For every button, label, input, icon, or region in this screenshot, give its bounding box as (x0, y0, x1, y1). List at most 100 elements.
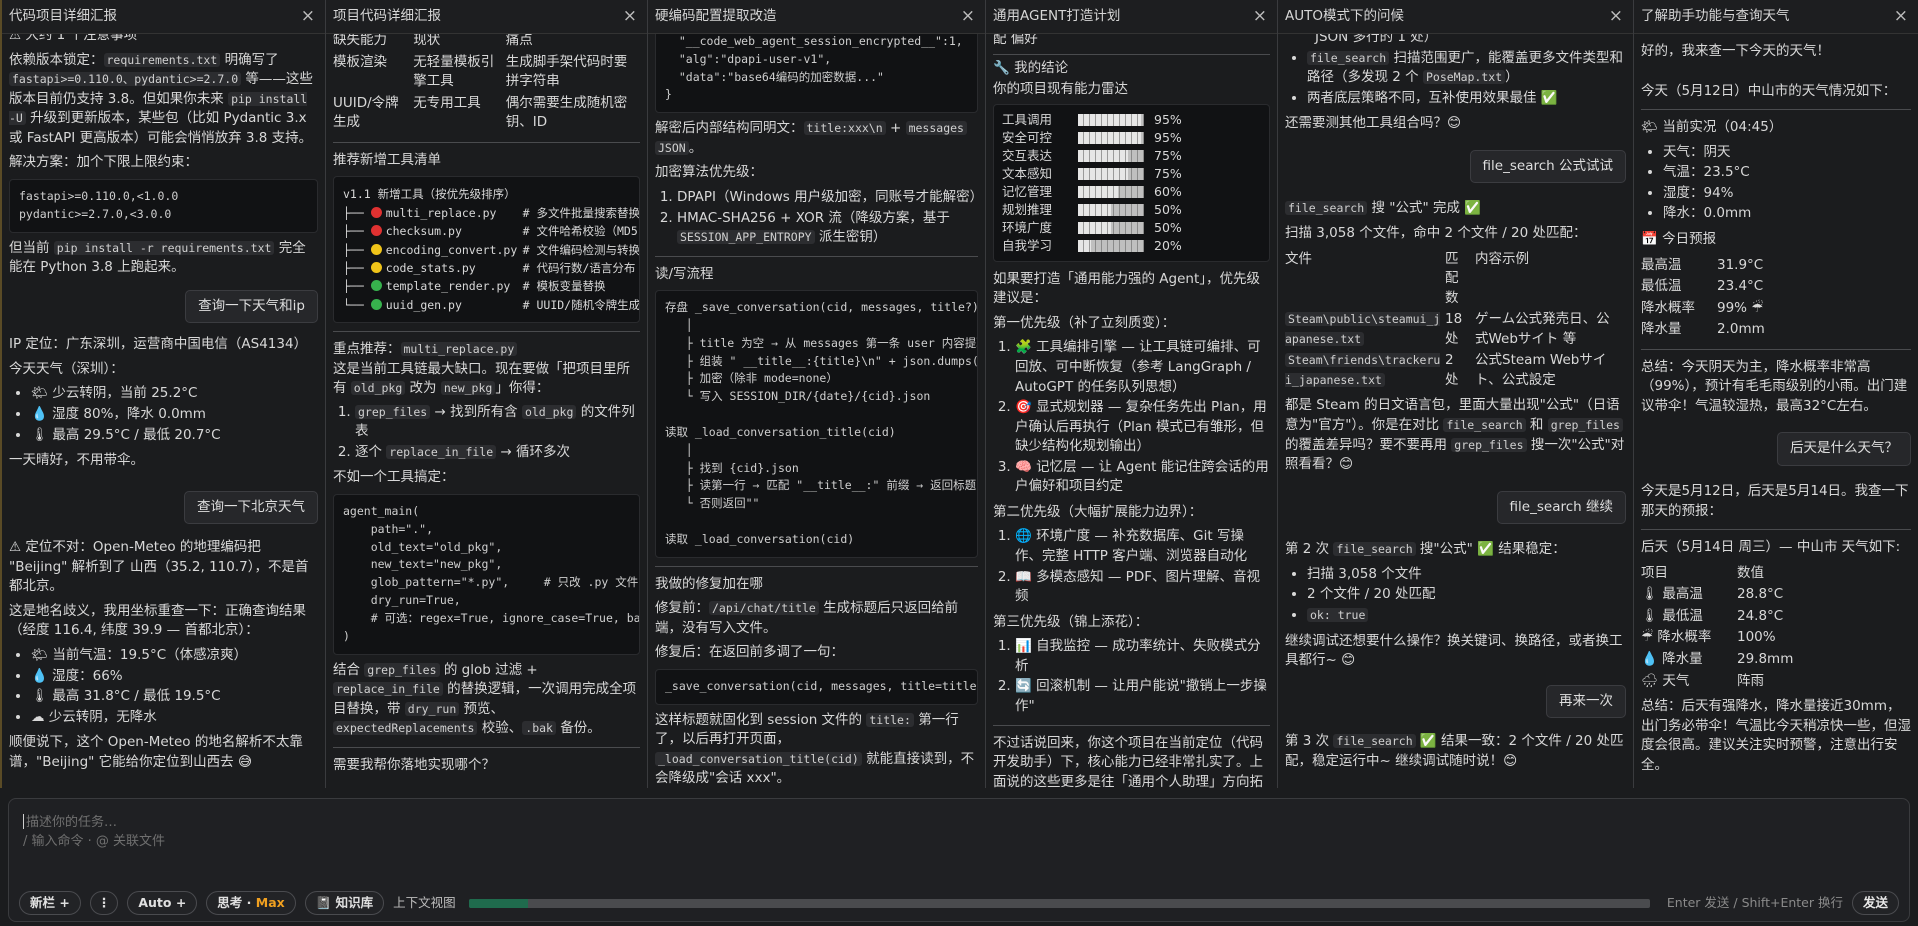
user-message-bubble[interactable]: 再来一次 (1546, 684, 1626, 719)
progress-bar (1078, 239, 1144, 252)
table-row: ☔ 降水概率 100% (1641, 629, 1776, 646)
table-row: 🌧 天气 阵雨 (1641, 672, 1764, 689)
list-item: HMAC-SHA256 + XOR 流（降级方案，基于 SESSION_APP_… (677, 209, 978, 248)
list-item: 🧠 记忆层 — 让 Agent 能记住跨会话的用户偏好和项目约定 (1015, 458, 1270, 497)
new-column-button[interactable]: 新栏 + (19, 890, 81, 916)
radar-row: 安全可控 95% (1002, 129, 1261, 147)
auto-mode-button[interactable]: Auto + (127, 890, 198, 916)
panel-body: 好的，我来查一下今天的天气！ 今天（5月12日）中山市的天气情况如下： 🌤 当前… (1634, 34, 1918, 788)
list-item: 🧩 工具编排引擎 — 让工具链可编排、可回放、可中断恢复（参考 LangGrap… (1015, 338, 1270, 397)
input-placeholder: 描述你的任务… (26, 815, 118, 830)
close-icon[interactable]: × (1894, 4, 1908, 29)
message-text: 如果要打造「通用能力强的 Agent」，优先级建议是： (993, 270, 1261, 307)
panel-title: 通用AGENT打造计划 (993, 7, 1121, 24)
tree-row: ├── multi_replace.py # 多文件批量搜索替换 (343, 205, 640, 220)
message-text: 解密后内部结构同明文： title:xxx\n + messages JSON。 (655, 119, 978, 158)
priority-list: 🧩 工具编排引擎 — 让工具链可编排、可回放、可中断恢复（参考 LangGrap… (1015, 338, 1270, 497)
list-item: 📖 多模态感知 — PDF、图片理解、音视频 (1015, 568, 1270, 607)
more-icon[interactable]: ⋮ (89, 890, 119, 916)
list-item: ok: true (1307, 606, 1626, 626)
tree-row: ├── code_stats.py # 代码行数/语言分布 (343, 260, 636, 275)
user-message-bubble[interactable]: 查询一下天气和ip (185, 289, 318, 324)
message-text: 修复后：在返回前多调了一句： (655, 644, 844, 661)
message-text: 不过话说回来，你这个项目在当前定位（代码开发助手）下，核心能力已经非常扎实了。上… (993, 734, 1263, 789)
result-list: file_search 扫描范围更广，能覆盖更多文件类型和路径（多发现 2 个 … (1307, 49, 1626, 109)
message-text: 还需要测其他工具组合吗？😊 (1285, 115, 1462, 132)
close-icon[interactable]: × (301, 4, 315, 29)
close-icon[interactable]: × (961, 4, 975, 29)
panel-body: 配 偏好 🔧 我的结论 你的项目现有能力雷达 工具调用 95% 安全可控 95% 交… (986, 34, 1277, 788)
radar-row: 交互表达 75% (1002, 147, 1261, 165)
input-hint: / 输入命令 · @ 关联文件 (23, 834, 166, 849)
message-text: 需要我帮你落地实现哪个？ (333, 756, 495, 773)
section-heading: 🔧 我的结论 (993, 59, 1069, 76)
forecast-table: 最高温 31.9°C 最低温 23.4°C 降水概率 99% ☔ 降水量 2.0mm (1641, 255, 1911, 341)
radar-row: 文本感知 75% (1002, 165, 1261, 183)
message-text: 一天晴好，不用带伞。 (9, 452, 144, 469)
list-item: 🌡 最高 29.5°C / 最低 20.7°C (31, 426, 318, 446)
message-text: 今天是5月12日，后天是5月14日。我查一下那天的预报： (1641, 483, 1909, 519)
close-icon[interactable]: × (1609, 4, 1623, 29)
close-icon[interactable]: × (623, 4, 637, 29)
chat-input-box[interactable]: 描述你的任务… / 输入命令 · @ 关联文件 新栏 + ⋮ Auto + 思考… (8, 798, 1910, 922)
close-icon[interactable]: × (1253, 4, 1267, 29)
message-text: JSON 多行的 1 处） (1315, 34, 1438, 45)
panel-title: 硬编码配置提取改造 (655, 7, 777, 24)
thinking-mode-button[interactable]: 思考 · Max (206, 890, 296, 916)
message-text: 好的，我来查一下今天的天气！ (1641, 43, 1830, 59)
send-button[interactable]: 发送 (1851, 890, 1899, 916)
chat-panel-5: AUTO模式下的问候 × JSON 多行的 1 处） file_search 扫… (1278, 0, 1634, 788)
panel-header: 代码项目详细汇报 × (2, 0, 325, 34)
list-item: 2 个文件 / 20 处匹配 (1307, 585, 1626, 605)
panel-header: 项目代码详细汇报 × (326, 0, 647, 34)
user-message-bubble[interactable]: 查询一下北京天气 (184, 490, 318, 525)
knowledge-base-button[interactable]: 📓 知识库 (304, 890, 385, 916)
table-row: 项目 数值 (1641, 564, 1764, 581)
message-text: 继续调试还想要什么操作？换关键词、换路径，或者换工具都行~ 😊 (1285, 632, 1623, 669)
capability-radar: 工具调用 95% 安全可控 95% 交互表达 75% 文本感知 75% 记忆管理 60% … (993, 103, 1270, 262)
chat-input[interactable]: 描述你的任务… / 输入命令 · @ 关联文件 (23, 813, 165, 851)
match-table: 文件 匹配数 内容示例 Steam\public\steamui_japanese.… (1285, 249, 1626, 392)
panel-body: "__code_web_agent_session_encrypted__":1… (648, 34, 985, 788)
app-root: 代码项目详细汇报 × ⚠ 大约 1 个注意事项 依赖版本锁定： requireme… (0, 0, 1918, 926)
radar-row: 自我学习 20% (1002, 237, 1261, 255)
input-toolbar: 新栏 + ⋮ Auto + 思考 · Max 📓 知识库 上下文视图 Enter… (19, 890, 1899, 916)
message-text: 顺便说下，这个 Open-Meteo 的地名解析不太靠谱，"Beijing" 它… (9, 734, 303, 770)
chat-panels: 代码项目详细汇报 × ⚠ 大约 1 个注意事项 依赖版本锁定： requireme… (0, 0, 1918, 788)
user-message-bubble[interactable]: file_search 继续 (1496, 490, 1626, 525)
message-text: ⚠ 定位不对：Open-Meteo 的地理编码把 "Beijing" 解析到了 … (9, 539, 309, 595)
table-row: 🌡 最高温 28.8°C (1641, 586, 1784, 603)
message-text: 解决方案：加个下限上限约束： (9, 154, 198, 171)
panel-body: 缺失能力 现状 痛点 模板渲染 无轻量模板引擎工具 生成脚手架代码时要拼字符串 UUID… (326, 34, 647, 788)
message-text: 第 3 次 file_search ✅ 结果一致：2 个文件 / 20 处匹配，… (1285, 733, 1624, 769)
table-row: 降水概率 99% ☔ (1641, 299, 1764, 316)
panel-body: ⚠ 大约 1 个注意事项 依赖版本锁定： requirements.txt 明确写… (2, 34, 325, 788)
message-text: 第 2 次 file_search 搜"公式" ✅ 结果稳定： (1285, 541, 1566, 558)
list-item: 湿度：94% (1663, 184, 1911, 204)
list-item: 🌤 少云转阴，当前 25.2°C (31, 384, 318, 404)
section-heading: 后天（5月14日 周三）— 中山市 天气如下: (1641, 539, 1901, 556)
progress-bar (1078, 221, 1144, 234)
context-view-label[interactable]: 上下文视图 (393, 894, 456, 912)
progress-bar (1078, 167, 1144, 180)
section-heading: 我做的修复加在哪 (655, 575, 763, 592)
tree-row: └── uuid_gen.py # UUID/随机令牌生成 (343, 297, 640, 312)
list-item: 天气：阴天 (1663, 143, 1911, 163)
message-text: 但当前 pip install -r requirements.txt 完全能在… (9, 239, 306, 276)
message-text: 配 偏好 (993, 34, 1038, 47)
list-item: ☁ 少云转阴，无降水 (31, 708, 318, 728)
user-message-bubble[interactable]: file_search 公式试试 (1469, 149, 1626, 184)
message-text: 扫描 3,058 个文件，命中 2 个文件 / 20 处匹配： (1285, 224, 1587, 241)
chat-panel-1: 代码项目详细汇报 × ⚠ 大约 1 个注意事项 依赖版本锁定： requireme… (0, 0, 326, 788)
table-row: Steam\friends\trackerui_japanese.txt 2 处公… (1285, 352, 1607, 388)
message-text: IP 定位：广东深圳，运营商中国电信（AS4134） (9, 336, 308, 353)
list-item: 🌐 环境广度 — 补充数据库、Git 写操作、完整 HTTP 客户端、浏览器自动… (1015, 527, 1270, 566)
message-text: 这是地名歧义，我用坐标重查一下：正确查询结果（经度 116.4, 纬度 39.9… (9, 602, 306, 639)
list-item: file_search 扫描范围更广，能覆盖更多文件类型和路径（多发现 2 个 … (1307, 49, 1626, 88)
radar-value: 95% (1154, 129, 1182, 145)
table-row: 最高温 31.9°C (1641, 256, 1764, 273)
code-block: "__code_web_agent_session_encrypted__":1… (655, 34, 978, 114)
list-item: 🌡 最高 31.8°C / 最低 19.5°C (31, 687, 318, 707)
panel-header: 了解助手功能与查询天气 × (1634, 0, 1918, 34)
user-message-bubble[interactable]: 后天是什么天气？ (1777, 432, 1911, 466)
